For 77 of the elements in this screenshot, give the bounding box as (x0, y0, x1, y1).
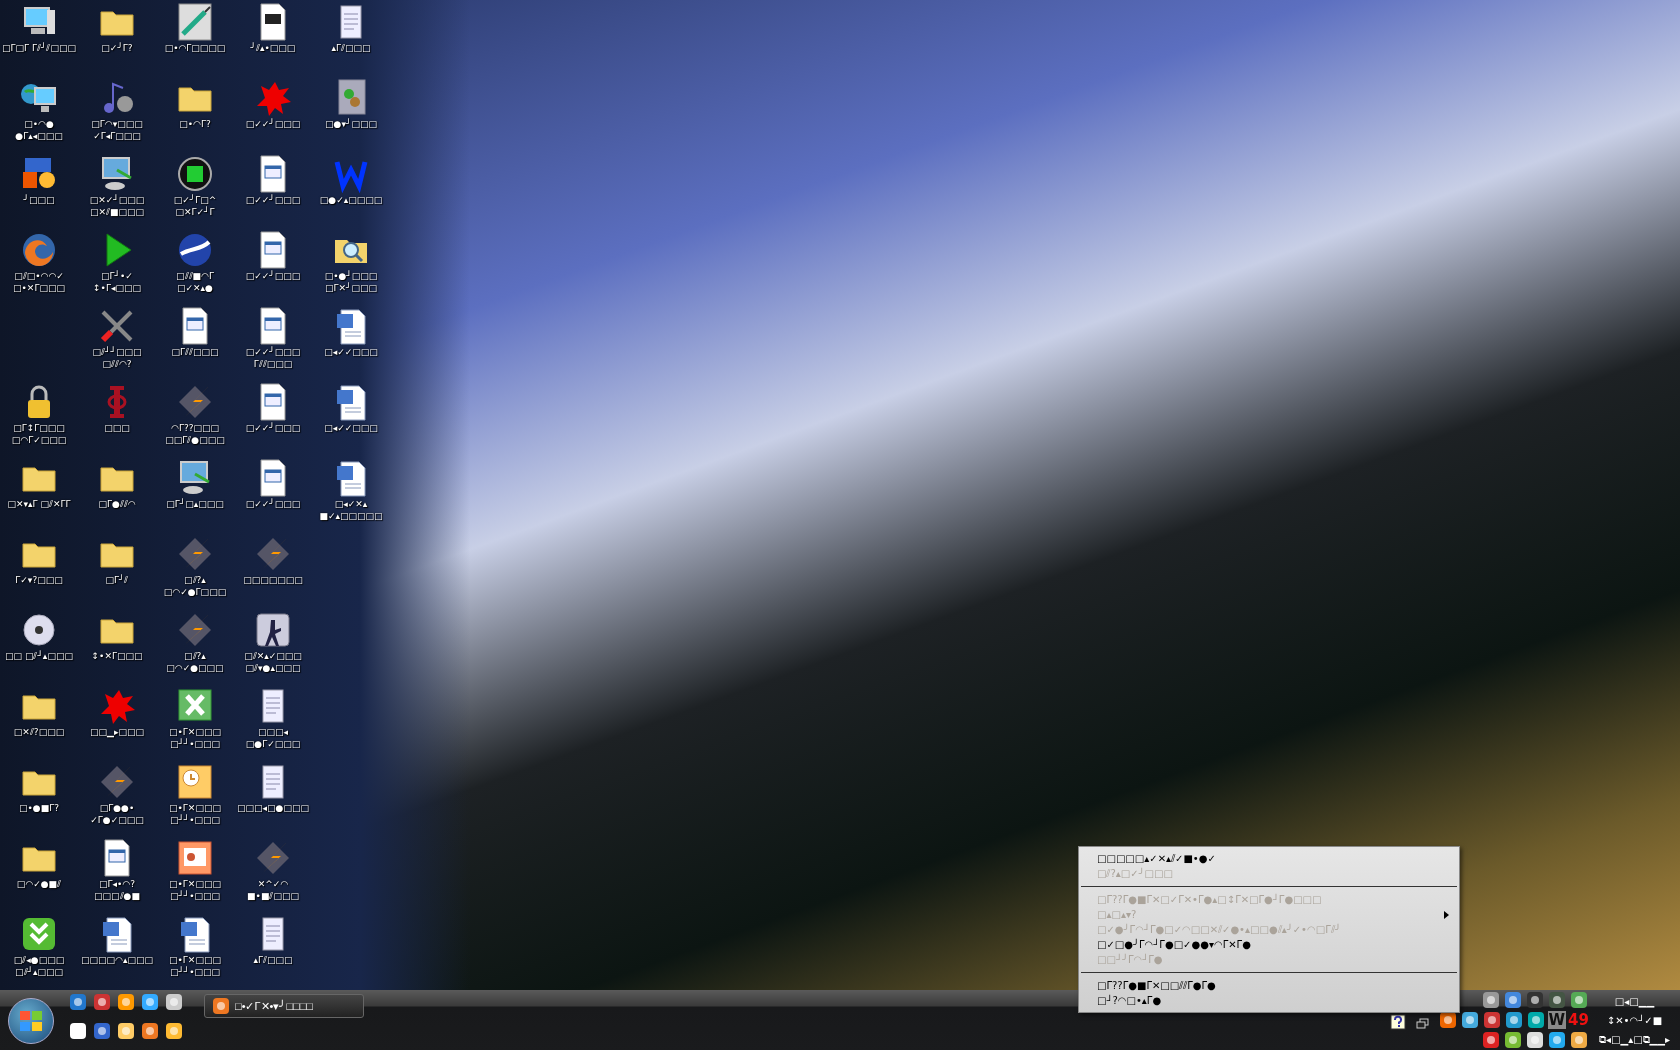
icon-label[interactable]: □•◠Γ□□□□ (164, 42, 226, 54)
clock-text[interactable]: ⧉◂□▁▴□⧉▁▁▸ (1598, 1029, 1670, 1049)
icon-label[interactable]: □Γ◂•◠? □□□⫽●■ (79, 878, 155, 902)
icon-label[interactable]: □•●■Γ? (19, 802, 59, 814)
syringe-icon (175, 2, 215, 42)
icon-label[interactable]: □•Γ✕□□□ □┘┘•□□□ (157, 878, 233, 902)
icon-label[interactable]: □⫽?▴ □◠✓●□□□ (157, 650, 233, 674)
clock-text[interactable]: ↕✕•◠┘✓■ (1598, 1010, 1670, 1030)
menu-item[interactable]: □Γ??Γ●■Γ✕□□⫽⫽Γ●Γ● (1079, 978, 1459, 993)
icon-label[interactable]: □⫽✕▴✓□□□ □⫽▾●▴□□□ (235, 650, 311, 674)
icon-label[interactable]: □•●┘□□□ □Γ✕╯□□□ (313, 270, 389, 294)
icon-label[interactable]: □✓✓╯□□□ (245, 194, 301, 206)
icon-label[interactable]: □Γ●●• ✓Γ●✓□□□ (79, 802, 155, 826)
icon-label[interactable]: □✕⫽?□□□ (13, 726, 65, 738)
icon-label[interactable]: ╯⫽▴•□□□ (250, 42, 296, 54)
icon-label[interactable]: □Γ╯⫽ (105, 574, 129, 586)
icon-label[interactable]: □✓✓╯□□□ (245, 118, 301, 130)
icon-label[interactable]: □✓✓╯□□□ (245, 270, 301, 282)
icon-label[interactable]: □⫽□•◠◠✓ □•✕Γ□□□ (1, 270, 77, 294)
icon-label[interactable]: □✓✓╯□□□ (245, 422, 301, 434)
icon-label[interactable]: ◠Γ??□□□ □□Γ⫽●□□□ (157, 422, 233, 446)
tray-counter[interactable]: 49 (1568, 1011, 1589, 1029)
icon-label[interactable]: ╯□□□ (23, 194, 55, 206)
icon-label[interactable]: □Γ↕Γ□□□ □◠Γ✓□□□ (1, 422, 77, 446)
icon-label[interactable]: □•◠Γ? (179, 118, 211, 130)
icon-label[interactable]: □✓✓╯□□□ (245, 498, 301, 510)
icon-label[interactable]: □•◠● ●Γ▴◂□□□ (1, 118, 77, 142)
icon-label[interactable]: □□□◂□●□□□ (237, 802, 309, 814)
icon-label[interactable]: □◠✓●■⫽ (16, 878, 62, 890)
icon-label[interactable]: ✕^✓◠ ■•■⫽□□□ (235, 878, 311, 902)
icon-label[interactable]: □✕✓┘□□□ □✕⫽■□□□ (79, 194, 155, 218)
icon-label[interactable]: □◂✓✕▴ ■✓▴□□□□□ (313, 498, 389, 522)
round-app-icon (175, 154, 215, 194)
icon-label[interactable]: □•Γ✕□□□ □┘┘•□□□ (157, 954, 233, 978)
icon-label[interactable]: □□□ (104, 422, 130, 434)
menu-item[interactable]: □□□□□▴✓✕▴⫽✓■•●✓ (1079, 851, 1459, 866)
tray-letter[interactable]: W (1547, 1011, 1567, 1029)
clock-text[interactable]: □◂□▁▁ (1598, 991, 1670, 1011)
icon-label[interactable]: □□▁▸□□□ (90, 726, 144, 738)
icon-label[interactable]: ↕•✕Γ□□□ (91, 650, 143, 662)
icon-label[interactable]: □•Γ✕□□□ □┘┘•□□□ (157, 726, 233, 750)
icon-label[interactable]: □□ □⫽┘▴□□□ (5, 650, 73, 662)
icon-label[interactable]: □Γ⫽⫽□□□ (171, 346, 219, 358)
icon-label[interactable]: □Γ□Γ Γ⫽╯⫽□□□ (2, 42, 76, 54)
icon-label[interactable]: □Γ●⫽⫽◠ (98, 498, 136, 510)
icon-label[interactable]: □⫽◂●□□□ □⫽┘▴□□□ (1, 954, 77, 978)
icon-label[interactable]: □Γ┘•✓ ↕•Γ◂□□□ (79, 270, 155, 294)
icon-label[interactable]: □✓╯Γ? (101, 42, 133, 54)
icon-label[interactable]: □✓╯Γ□^ □✕Γ✓┘Γ (157, 194, 233, 218)
calendar-clock-icon (175, 762, 215, 802)
icon-label[interactable]: □□□◂ □●Γ✓□□□ (235, 726, 311, 750)
icon-label[interactable]: Γ✓▾?□□□ (15, 574, 63, 586)
windows-logo-icon (20, 1011, 42, 1031)
icon-label[interactable]: □●▾╯□□□ (325, 118, 377, 130)
icon-label[interactable]: □✕▾▴Γ □⫽✕ΓΓ (7, 498, 71, 510)
help-icon[interactable] (1389, 1014, 1406, 1030)
icon-label[interactable]: □✓✓╯□□□ Γ⫽⫽□□□ (235, 346, 311, 370)
icon-label[interactable]: □Γ◠▾□□□ ✓Γ◂Γ□□□ (79, 118, 155, 142)
icon-label[interactable]: □□□□◠▴□□□ (81, 954, 153, 966)
menu-item[interactable]: □✓□●╯Γ◠┘Γ●□✓●●▾◠Γ✕Γ● (1079, 937, 1459, 952)
icon-label[interactable]: □□□□□□□ (243, 574, 303, 586)
icon-label[interactable]: □◂✓✓□□□ (324, 422, 378, 434)
soldier-icon (253, 610, 293, 650)
icon-label[interactable]: □⫽⫽■◠Γ □✓✕▴● (157, 270, 233, 294)
icon-label[interactable]: □⫽┘┘□□□ □⫽⫽◠? (79, 346, 155, 370)
icon-label[interactable]: □Γ┘□▴□□□ (166, 498, 224, 510)
icon-label[interactable]: □•Γ✕□□□ □┘┘•□□□ (157, 802, 233, 826)
icon-label[interactable]: □⫽?▴ □◠✓●Γ□□□ (157, 574, 233, 598)
icon-label[interactable]: ▴Γ⫽□□□ (253, 954, 293, 966)
icon-label[interactable]: ▴Γ⫽□□□ (331, 42, 371, 54)
menu-item[interactable]: □┘?◠□•▴Γ● (1079, 993, 1459, 1008)
icon-label[interactable]: □●✓▴□□□□ (319, 194, 383, 206)
presentation-icon (175, 838, 215, 878)
restore-window-icon[interactable] (1415, 1018, 1430, 1030)
start-button[interactable] (8, 998, 54, 1044)
icon-label[interactable]: □◂✓✓□□□ (324, 346, 378, 358)
taskbar-button[interactable]: □•✓Γ✕•▾╯□□□□ (204, 994, 364, 1018)
